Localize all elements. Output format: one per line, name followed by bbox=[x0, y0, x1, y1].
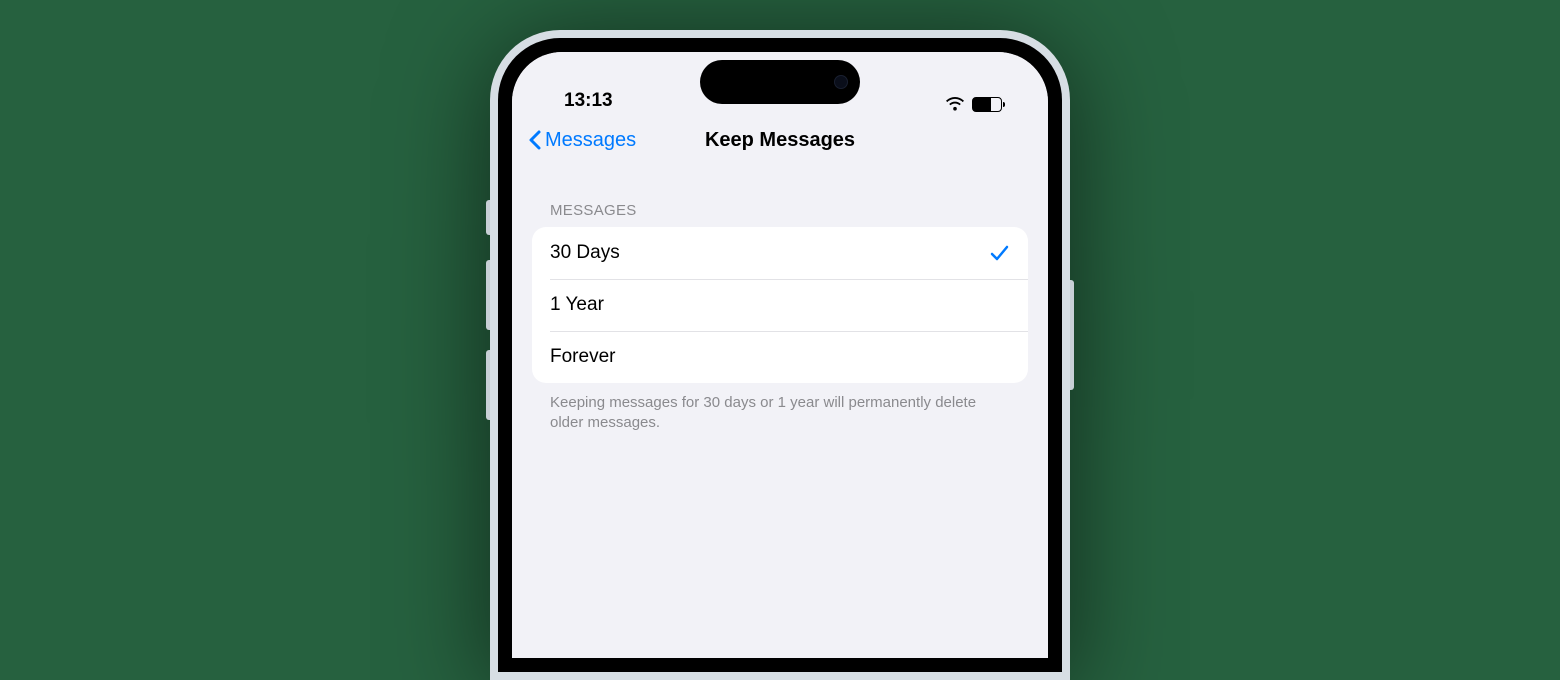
section-header: MESSAGES bbox=[532, 166, 1028, 227]
option-label: Forever bbox=[550, 346, 615, 368]
settings-content: MESSAGES 30 Days 1 Year Forever bbox=[512, 166, 1048, 434]
section-footer: Keeping messages for 30 days or 1 year w… bbox=[532, 383, 1028, 434]
chevron-left-icon bbox=[528, 129, 543, 151]
status-time: 13:13 bbox=[548, 90, 613, 112]
option-forever[interactable]: Forever bbox=[532, 331, 1028, 383]
front-camera bbox=[834, 75, 848, 89]
option-30-days[interactable]: 30 Days bbox=[532, 227, 1028, 279]
option-1-year[interactable]: 1 Year bbox=[532, 279, 1028, 331]
phone-screen: 13:13 Message bbox=[512, 52, 1048, 658]
option-label: 1 Year bbox=[550, 294, 604, 316]
status-icons bbox=[945, 97, 1012, 112]
wifi-icon bbox=[945, 97, 965, 112]
back-label: Messages bbox=[545, 129, 636, 152]
back-button[interactable]: Messages bbox=[528, 129, 636, 152]
battery-icon bbox=[972, 97, 1002, 112]
navigation-bar: Messages Keep Messages bbox=[512, 114, 1048, 166]
phone-frame: 13:13 Message bbox=[490, 30, 1070, 680]
power-button bbox=[1070, 280, 1074, 390]
dynamic-island bbox=[700, 60, 860, 104]
options-group: 30 Days 1 Year Forever bbox=[532, 227, 1028, 383]
checkmark-icon bbox=[988, 242, 1010, 264]
option-label: 30 Days bbox=[550, 242, 620, 264]
